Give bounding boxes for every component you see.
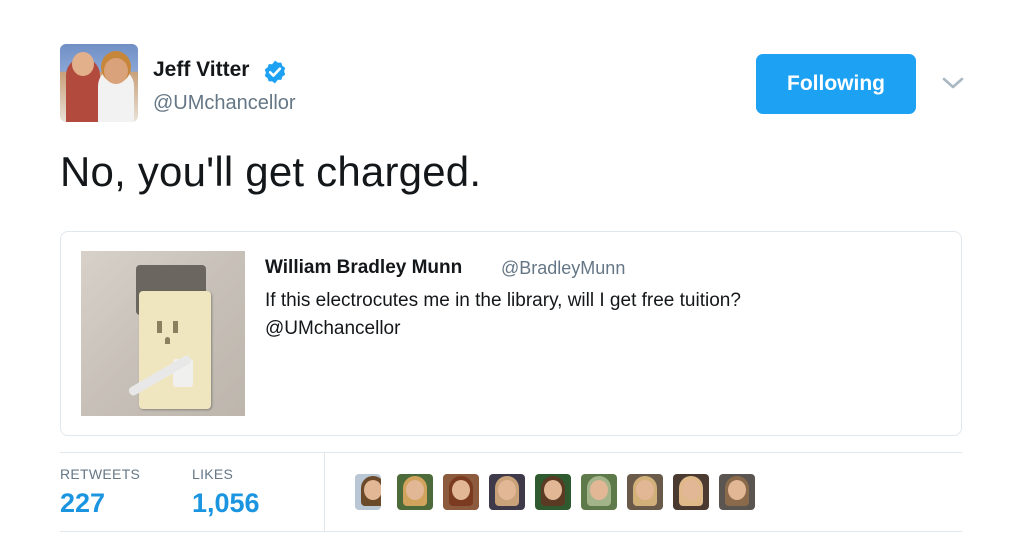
likes-label[interactable]: LIKES bbox=[192, 466, 233, 482]
tweet-text: No, you'll get charged. bbox=[60, 148, 482, 195]
liker-avatar[interactable] bbox=[397, 474, 433, 510]
electrical-outlet-photo[interactable] bbox=[81, 251, 245, 416]
retweets-count[interactable]: 227 bbox=[60, 488, 105, 519]
liker-avatar[interactable] bbox=[581, 474, 617, 510]
following-button[interactable]: Following bbox=[756, 54, 916, 114]
retweets-label[interactable]: RETWEETS bbox=[60, 466, 140, 482]
author-handle[interactable]: @UMchancellor bbox=[153, 92, 296, 115]
quoted-author-name[interactable]: William Bradley Munn bbox=[265, 257, 462, 279]
quoted-tweet-text: If this electrocutes me in the library, … bbox=[265, 290, 741, 311]
verified-badge-icon bbox=[264, 60, 286, 84]
liker-avatar[interactable] bbox=[355, 474, 381, 510]
author-name[interactable]: Jeff Vitter bbox=[153, 58, 249, 82]
liker-avatar[interactable] bbox=[443, 474, 479, 510]
quoted-author-handle[interactable]: @BradleyMunn bbox=[501, 258, 625, 279]
author-avatar[interactable] bbox=[60, 44, 138, 122]
likes-count[interactable]: 1,056 bbox=[192, 488, 260, 519]
quoted-tweet-mention[interactable]: @UMchancellor bbox=[265, 318, 400, 340]
liker-avatar[interactable] bbox=[627, 474, 663, 510]
stats-separator bbox=[324, 452, 325, 531]
liker-avatar[interactable] bbox=[489, 474, 525, 510]
liker-avatar[interactable] bbox=[535, 474, 571, 510]
stats-divider-bottom bbox=[60, 531, 962, 532]
liker-avatar[interactable] bbox=[719, 474, 755, 510]
chevron-down-icon[interactable] bbox=[940, 72, 966, 94]
stats-divider-top bbox=[60, 452, 962, 453]
liker-avatar[interactable] bbox=[673, 474, 709, 510]
